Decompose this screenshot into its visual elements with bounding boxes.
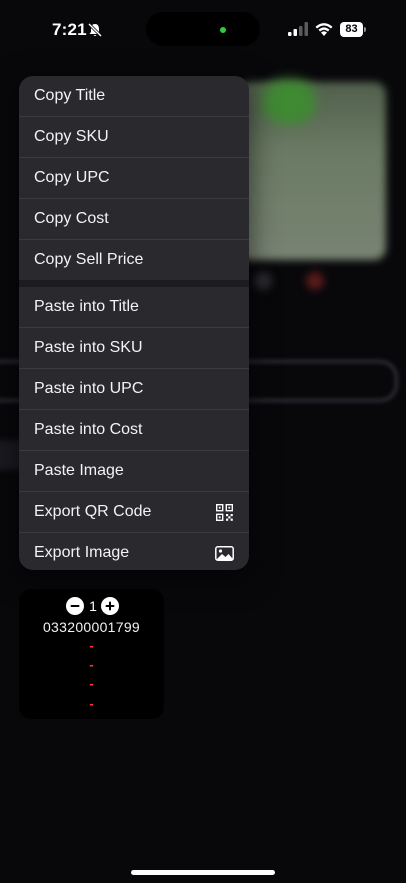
- background-delete-blurred: [306, 272, 324, 290]
- field-value-empty: -: [89, 676, 94, 691]
- qr-code-icon: [216, 504, 233, 521]
- menu-item-paste-sku[interactable]: Paste into SKU: [19, 328, 249, 369]
- field-value-empty: -: [89, 657, 94, 672]
- home-indicator[interactable]: [131, 870, 275, 875]
- menu-group-separator: [19, 280, 249, 287]
- increment-button[interactable]: [101, 597, 119, 615]
- menu-item-paste-upc[interactable]: Paste into UPC: [19, 369, 249, 410]
- quantity-stepper: 1: [66, 597, 119, 615]
- menu-item-paste-title[interactable]: Paste into Title: [19, 287, 249, 328]
- menu-item-copy-upc[interactable]: Copy UPC: [19, 158, 249, 199]
- field-value-empty: -: [89, 696, 94, 711]
- menu-item-label: Copy Cost: [34, 210, 109, 227]
- field-value-empty: -: [89, 638, 94, 653]
- menu-item-paste-image[interactable]: Paste Image: [19, 451, 249, 492]
- menu-item-label: Paste into UPC: [34, 380, 144, 397]
- menu-item-label: Paste Image: [34, 462, 124, 479]
- menu-item-label: Export Image: [34, 544, 130, 561]
- menu-item-copy-cost[interactable]: Copy Cost: [19, 199, 249, 240]
- item-card: 1 033200001799 - - - -: [19, 589, 164, 719]
- quantity-value: 1: [89, 598, 97, 614]
- product-image-highlight: [262, 80, 316, 124]
- background-button-blurred: [254, 272, 272, 290]
- menu-item-copy-sell-price[interactable]: Copy Sell Price: [19, 240, 249, 280]
- menu-item-label: Paste into Cost: [34, 421, 143, 438]
- photo-icon: [215, 546, 234, 561]
- menu-item-label: Copy UPC: [34, 169, 110, 186]
- menu-item-label: Copy SKU: [34, 128, 109, 145]
- minus-icon: [70, 605, 80, 607]
- upc-value: 033200001799: [42, 619, 141, 635]
- menu-item-export-qr-code[interactable]: Export QR Code: [19, 492, 249, 533]
- menu-item-copy-sku[interactable]: Copy SKU: [19, 117, 249, 158]
- menu-item-paste-cost[interactable]: Paste into Cost: [19, 410, 249, 451]
- menu-item-label: Copy Title: [34, 87, 106, 104]
- menu-item-label: Paste into Title: [34, 298, 139, 315]
- menu-item-label: Export QR Code: [34, 503, 152, 520]
- context-menu: Copy Title Copy SKU Copy UPC Copy Cost C…: [19, 76, 249, 570]
- menu-item-copy-title[interactable]: Copy Title: [19, 76, 249, 117]
- menu-item-label: Paste into SKU: [34, 339, 143, 356]
- menu-item-label: Copy Sell Price: [34, 251, 144, 268]
- decrement-button[interactable]: [66, 597, 84, 615]
- menu-item-export-image[interactable]: Export Image: [19, 533, 249, 570]
- plus-icon: [105, 601, 115, 611]
